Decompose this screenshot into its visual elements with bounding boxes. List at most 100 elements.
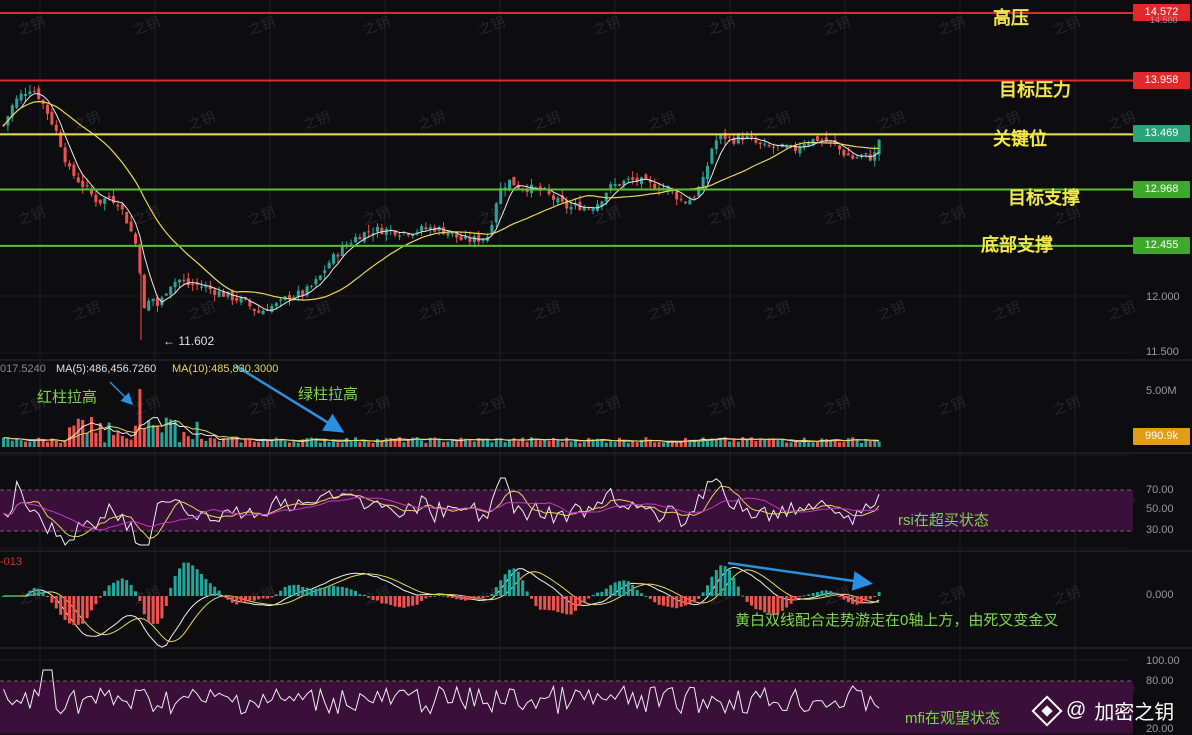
volume-bar (318, 442, 322, 447)
volume-bar (701, 437, 705, 447)
macd-bar (46, 596, 49, 597)
macd-bar (516, 571, 520, 596)
macd-bar (820, 590, 824, 596)
volume-bar (142, 428, 146, 447)
volume-bar (63, 441, 67, 447)
macd-bar (670, 596, 674, 608)
volume-bar (226, 438, 230, 447)
macd-bar (318, 587, 322, 596)
candle-body (81, 180, 85, 188)
watermark-text: 之钥 (1051, 583, 1083, 608)
macd-bar (785, 596, 789, 608)
candle-body (613, 184, 617, 187)
watermark-text: 之钥 (936, 583, 968, 608)
macd-bar (596, 592, 599, 596)
macd-bar (59, 596, 63, 615)
macd-bar (428, 596, 432, 598)
candle-body (556, 198, 560, 203)
volume-bar (138, 389, 142, 447)
candle-body (134, 233, 137, 244)
macd-bar (657, 596, 661, 605)
volume-ma5: MA(5):486,456.7260 (56, 363, 157, 375)
macd-bar (239, 596, 243, 603)
volume-bar (336, 442, 340, 447)
macd-annotation: 黄白双线配合走势游走在0轴上方，由死叉变金叉 (735, 612, 1059, 629)
volume-bar (151, 424, 155, 447)
volume-bar (622, 441, 626, 447)
macd-bar (816, 592, 819, 596)
macd-bar (37, 588, 41, 596)
volume-bar (90, 417, 93, 447)
macd-bar (490, 593, 494, 596)
volume-bar (173, 420, 177, 447)
macd-bar (728, 569, 731, 596)
candle-body (424, 227, 428, 230)
volume-bar (279, 440, 283, 447)
macd-bar (230, 596, 234, 603)
candle-body (767, 145, 771, 147)
volume-bar (776, 440, 780, 447)
candle-body (103, 198, 107, 204)
watermark-text: 之钥 (531, 108, 563, 133)
macd-bar (499, 580, 503, 596)
macd-bar (112, 582, 115, 596)
volume-bar (846, 438, 850, 447)
volume-bar (864, 440, 868, 447)
volume-bar (59, 442, 63, 447)
volume-annotation-green: 绿柱拉高 (298, 386, 359, 403)
candle-body (710, 148, 714, 164)
candle-body (85, 185, 89, 187)
candle-body (860, 154, 863, 156)
volume-bar (565, 437, 569, 447)
watermark-text: 之钥 (591, 393, 623, 418)
level-tag-bottom-support: 12.455 (1133, 237, 1190, 254)
macd-bar (723, 566, 727, 596)
candle-body (384, 228, 388, 235)
volume-bar (547, 440, 551, 447)
macd-bar (327, 585, 331, 596)
volume-bar (327, 442, 331, 447)
volume-bar (147, 420, 151, 447)
watermark-text: 之钥 (246, 203, 278, 228)
candle-body (736, 134, 740, 144)
macd-bar (371, 596, 375, 601)
macd-bar (10, 596, 14, 597)
macd-bar (552, 596, 555, 611)
watermark-text: 之钥 (16, 203, 48, 228)
watermark-text: 之钥 (301, 298, 333, 323)
candle-body (684, 201, 687, 204)
watermark-text: 之钥 (936, 13, 968, 38)
macd-bar (15, 596, 19, 597)
macd-bar (358, 594, 362, 596)
rsi-axis-50: 50.00 (1146, 503, 1174, 515)
macd-bar (424, 596, 428, 599)
macd-bar (6, 596, 10, 597)
candle-body (323, 270, 327, 274)
candle-body (169, 286, 173, 295)
candle-body (714, 140, 718, 150)
volume-bar (345, 438, 349, 447)
watermark-text: 之钥 (186, 108, 218, 133)
mfi-axis-100: 100.00 (1146, 655, 1180, 667)
macd-bar (631, 584, 635, 596)
candle-body (798, 147, 802, 154)
macd-bar (411, 596, 415, 606)
macd-bar (94, 596, 98, 605)
candle-body (213, 290, 217, 295)
volume-annotation-red: 红柱拉高 (37, 389, 98, 406)
macd-bar (134, 591, 137, 596)
volume-bar (525, 441, 529, 447)
watermark-text: 之钥 (761, 108, 793, 133)
price-ma-white (3, 93, 880, 311)
volume-bar (860, 442, 863, 447)
macd-bar (28, 590, 32, 596)
volume-bar (349, 441, 353, 447)
candle-body (314, 279, 318, 285)
candle-body (622, 180, 626, 185)
volume-current-tag: 990.9k (1133, 428, 1190, 445)
macd-bar (138, 596, 142, 601)
volume-bar (820, 438, 824, 447)
macd-bar (226, 596, 230, 600)
volume-bar (679, 441, 683, 447)
macd-bar (90, 596, 93, 611)
